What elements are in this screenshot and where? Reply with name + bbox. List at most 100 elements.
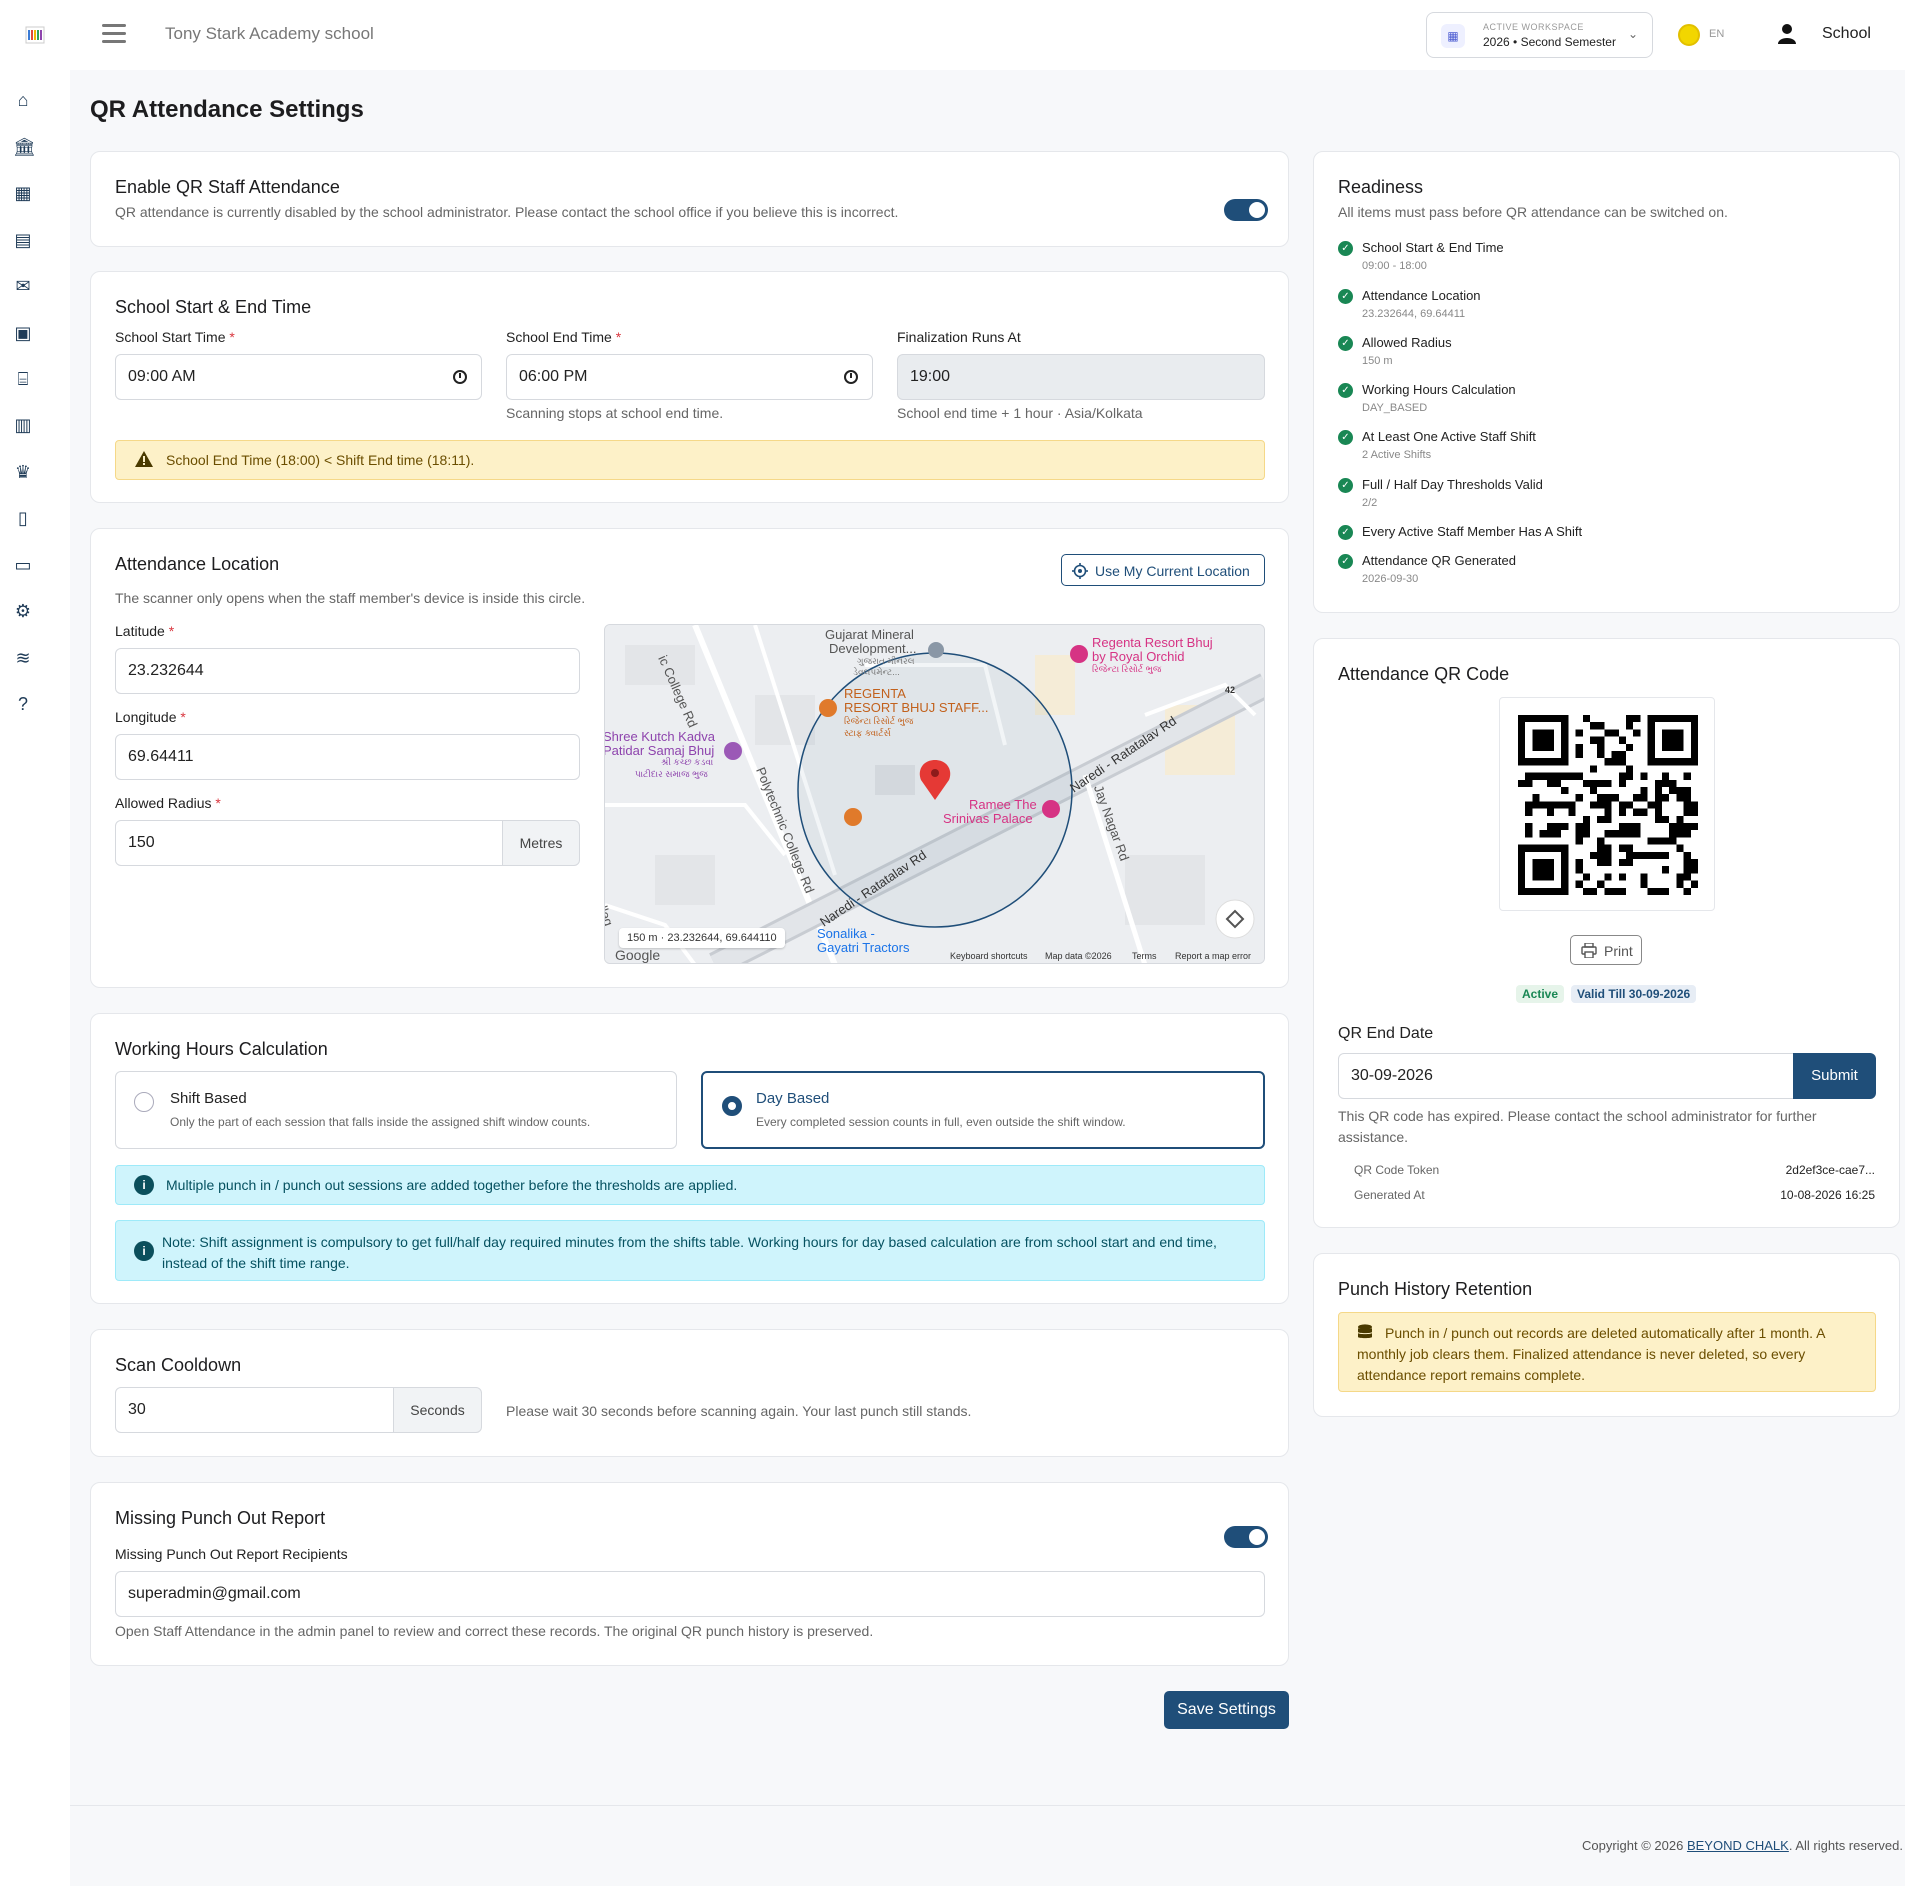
longitude-input[interactable]: 69.64411: [115, 734, 580, 780]
briefcase-icon[interactable]: ▣: [13, 323, 33, 343]
language-code[interactable]: EN: [1709, 28, 1724, 40]
map-label-gujarat-mineral: Gujarat Mineral: [825, 627, 914, 642]
language-flag-icon[interactable]: [1678, 24, 1700, 46]
shift-based-description: Only the part of each session that falls…: [170, 1115, 591, 1129]
map-label-regenta-staff-gu1: રિજેન્ટા રિસોર્ટ ભુજ: [844, 716, 914, 726]
readiness-item-sub: 2 Active Shifts: [1362, 449, 1432, 461]
user-name[interactable]: School: [1822, 25, 1871, 43]
map-label-development: Development...: [829, 641, 917, 656]
shift-based-radio[interactable]: [134, 1092, 154, 1112]
radius-label: Allowed Radius *: [115, 795, 221, 811]
map-label-regenta-resort: Regenta Resort Bhuj: [1092, 635, 1213, 650]
finalization-help: School end time + 1 hour · Asia/Kolkata: [897, 405, 1143, 421]
qr-code-image: [1499, 697, 1715, 911]
map-terms-link[interactable]: Terms: [1132, 951, 1157, 961]
printer-icon: [1581, 943, 1597, 958]
brand-link[interactable]: BEYOND CHALK: [1687, 1838, 1789, 1853]
map-label-ramee-2: Srinivas Palace: [943, 811, 1033, 826]
map-label-shree-kutch-gu2: પાટીદાર સમાજ ભુજ: [635, 769, 708, 779]
retention-alert: Punch in / punch out records are deleted…: [1338, 1312, 1876, 1392]
readiness-item-title: Every Active Staff Member Has A Shift: [1362, 524, 1583, 539]
info-icon: i: [134, 1175, 154, 1195]
recipients-label: Missing Punch Out Report Recipients: [115, 1546, 348, 1562]
warning-triangle-icon: [135, 451, 153, 467]
home-icon[interactable]: ⌂: [13, 90, 33, 110]
end-time-input[interactable]: 06:00 PM: [506, 354, 873, 400]
chat-icon[interactable]: ✉: [13, 276, 33, 296]
map-radius-readout: 150 m · 23.232644, 69.644110: [619, 928, 785, 948]
map-keyboard-shortcuts[interactable]: Keyboard shortcuts: [950, 951, 1028, 961]
readiness-item-title: Allowed Radius: [1362, 335, 1452, 350]
working-hours-card: Working Hours Calculation Shift Based On…: [90, 1013, 1289, 1304]
map-label-road-42: 42: [1225, 685, 1236, 695]
credit-card-icon[interactable]: ▭: [13, 555, 33, 575]
workspace-selector[interactable]: ▦ ACTIVE WORKSPACE 2026 • Second Semeste…: [1426, 12, 1653, 58]
map-label-regenta-resort-2: by Royal Orchid: [1092, 649, 1185, 664]
check-icon: ✓: [1338, 289, 1353, 304]
map-canvas: [605, 625, 1264, 963]
clipboard-icon[interactable]: ▤: [13, 230, 33, 250]
bank-icon[interactable]: ⌸: [13, 369, 33, 389]
qr-token-label: QR Code Token: [1354, 1163, 1440, 1177]
side-navigation: ⌂ 🏛 ▦ ▤ ✉ ▣ ⌸ ▥ ♛ ▯ ▭ ⚙ ≋ ?: [0, 70, 70, 1886]
institution-icon[interactable]: 🏛: [13, 137, 36, 157]
bus-icon[interactable]: ▥: [13, 415, 33, 435]
radius-input[interactable]: 150: [115, 820, 503, 866]
map-label-ramee: Ramee The: [969, 797, 1037, 812]
recipients-input[interactable]: superadmin@gmail.com: [115, 1571, 1265, 1617]
school-time-title: School Start & End Time: [115, 297, 312, 317]
use-current-location-button[interactable]: Use My Current Location: [1061, 554, 1265, 586]
check-icon: ✓: [1338, 241, 1353, 256]
app-logo-icon[interactable]: [24, 24, 46, 46]
shift-time-warning: School End Time (18:00) < Shift End time…: [115, 440, 1265, 480]
info-shift-note-alert: i Note: Shift assignment is compulsory t…: [115, 1220, 1265, 1281]
readiness-item-title: Attendance Location: [1362, 288, 1481, 303]
cooldown-input[interactable]: 30: [115, 1387, 394, 1433]
check-icon: ✓: [1338, 525, 1353, 540]
save-settings-button[interactable]: Save Settings: [1164, 1691, 1289, 1729]
print-button[interactable]: Print: [1570, 935, 1642, 965]
calendar-icon[interactable]: ▦: [13, 183, 33, 203]
money-icon[interactable]: ≋: [13, 648, 33, 668]
readiness-item-title: Attendance QR Generated: [1362, 553, 1516, 568]
missing-punch-toggle[interactable]: [1224, 1526, 1268, 1548]
menu-toggle-icon[interactable]: [102, 24, 126, 44]
qr-submit-button[interactable]: Submit: [1793, 1053, 1876, 1099]
option-day-based[interactable]: Day Based Every completed session counts…: [701, 1071, 1265, 1149]
readiness-item-sub: 2026-09-30: [1362, 573, 1419, 585]
check-icon: ✓: [1338, 336, 1353, 351]
settings-gear-icon[interactable]: ⚙: [13, 601, 33, 621]
readiness-subtitle: All items must pass before QR attendance…: [1338, 204, 1728, 220]
location-map[interactable]: Gujarat Mineral Development... ગુજરાત મી…: [604, 624, 1265, 964]
help-question-icon[interactable]: ?: [13, 694, 33, 714]
map-report-error-link[interactable]: Report a map error: [1175, 951, 1251, 961]
start-time-input[interactable]: 09:00 AM: [115, 354, 482, 400]
trophy-icon[interactable]: ♛: [13, 462, 33, 482]
retention-title: Punch History Retention: [1338, 1279, 1533, 1299]
chevron-down-icon: ⌄: [1627, 27, 1638, 41]
check-icon: ✓: [1338, 383, 1353, 398]
latitude-label: Latitude *: [115, 623, 175, 639]
qr-expired-message: This QR code has expired. Please contact…: [1338, 1108, 1817, 1145]
map-label-gu1: ગુજરાત મીનરલ: [857, 656, 915, 666]
map-label-sonalika: Sonalika -: [817, 926, 875, 941]
document-icon[interactable]: ▯: [13, 508, 33, 528]
location-title: Attendance Location: [115, 554, 280, 574]
footer-divider: [70, 1805, 1905, 1806]
enable-qr-toggle[interactable]: [1224, 199, 1268, 221]
option-shift-based[interactable]: Shift Based Only the part of each sessio…: [115, 1071, 677, 1149]
enable-qr-description: QR attendance is currently disabled by t…: [115, 204, 899, 220]
location-description: The scanner only opens when the staff me…: [115, 590, 586, 606]
map-google-logo: Google: [615, 947, 661, 963]
qr-generated-label: Generated At: [1354, 1188, 1425, 1202]
day-based-radio[interactable]: [722, 1096, 742, 1116]
retention-message: Punch in / punch out records are deleted…: [1357, 1325, 1825, 1383]
check-icon: ✓: [1338, 478, 1353, 493]
day-based-description: Every completed session counts in full, …: [756, 1115, 1126, 1129]
longitude-label: Longitude *: [115, 709, 186, 725]
qr-end-date-input[interactable]: 30-09-2026: [1338, 1053, 1794, 1099]
cooldown-help: Please wait 30 seconds before scanning a…: [506, 1403, 972, 1419]
readiness-item-sub: 150 m: [1362, 355, 1393, 367]
latitude-input[interactable]: 23.232644: [115, 648, 580, 694]
user-avatar-icon[interactable]: [1776, 22, 1798, 46]
